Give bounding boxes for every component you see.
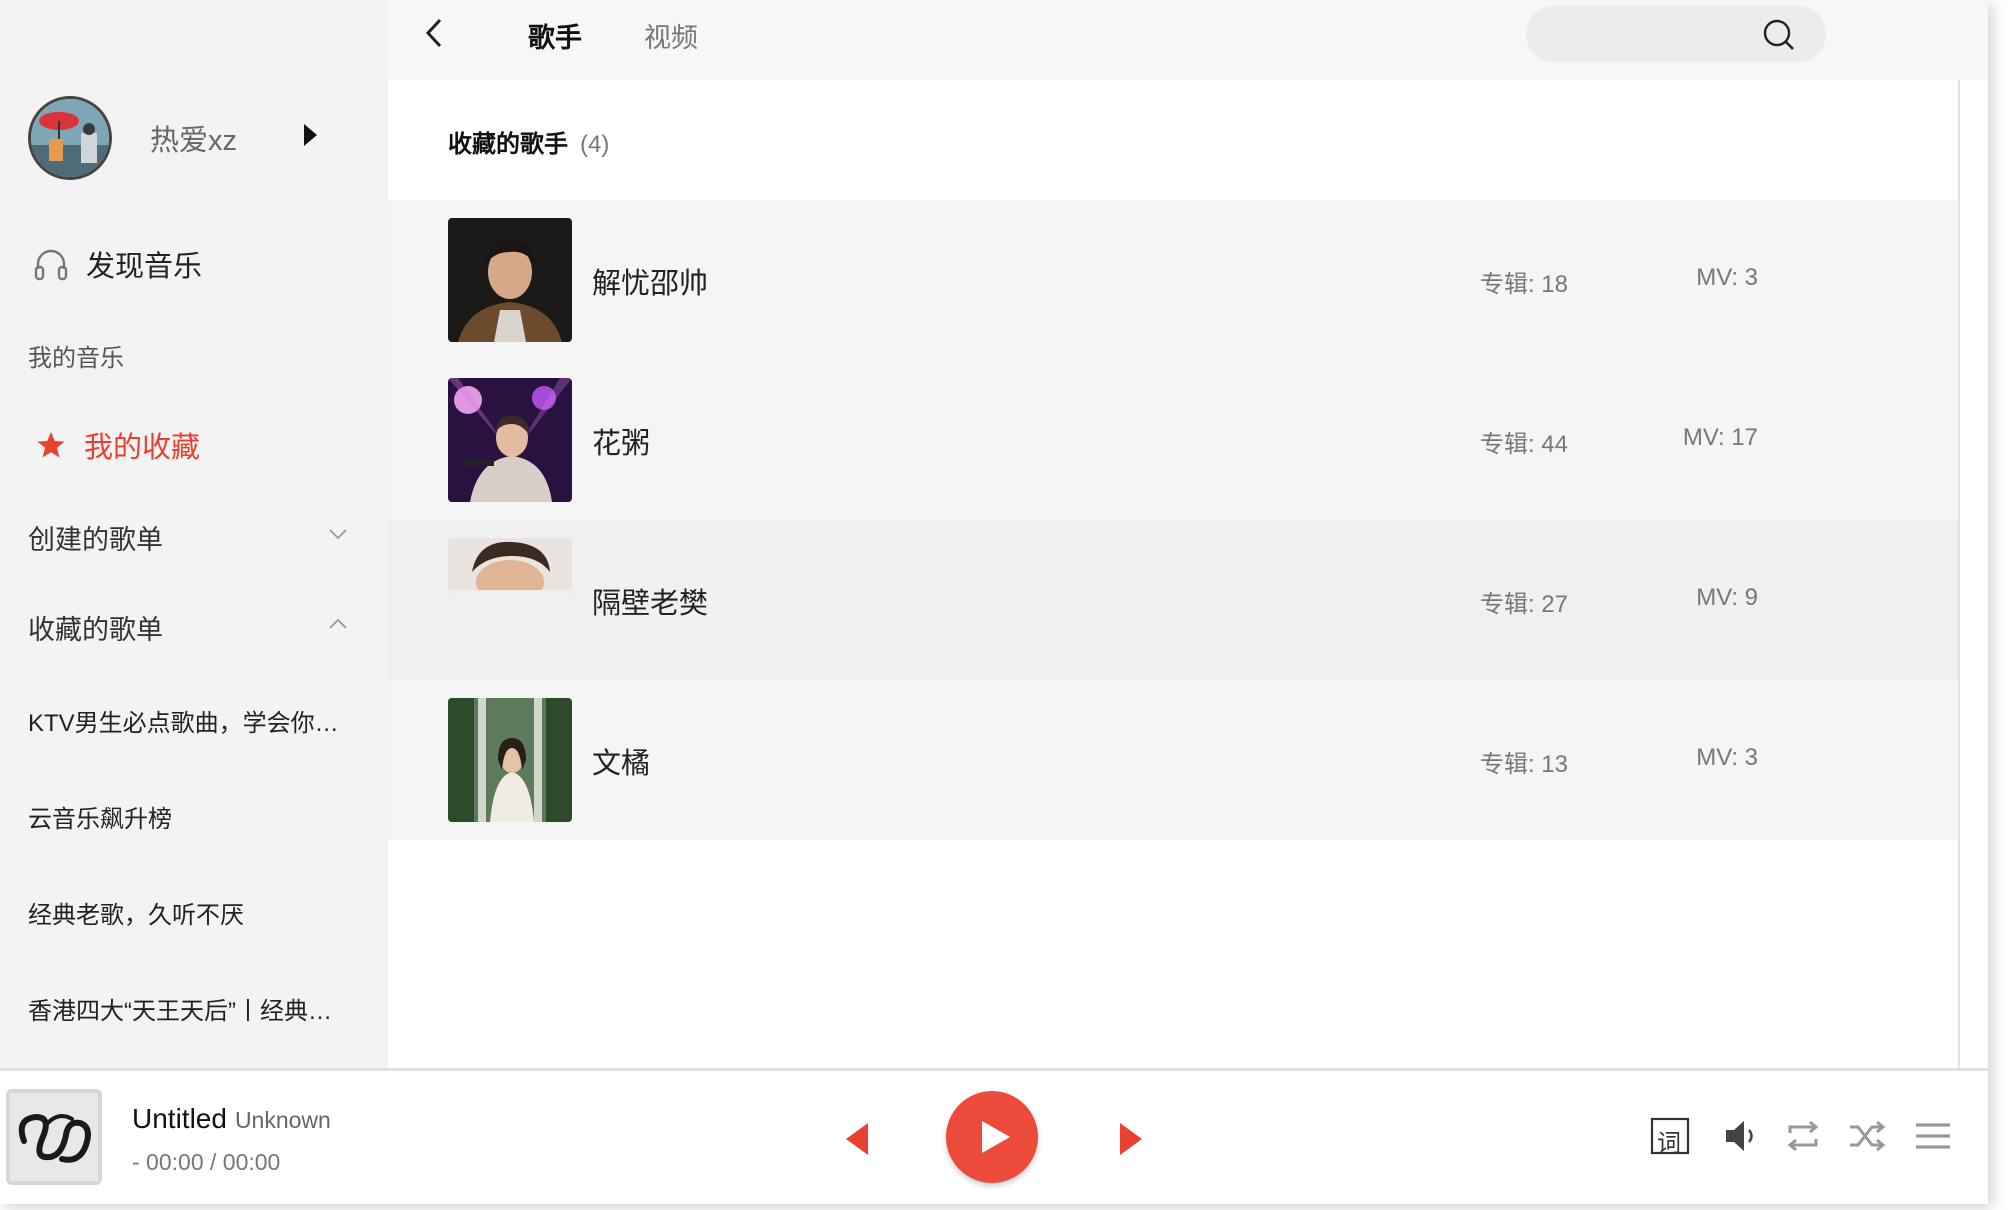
artist-mv-count: MV: 17	[1682, 424, 1758, 451]
sidebar-playlist-item[interactable]: 经典老歌，久听不厌	[28, 895, 348, 930]
search-input[interactable]	[1526, 6, 1826, 62]
artist-name[interactable]: 花粥	[592, 420, 650, 462]
sidebar-item-label: 发现音乐	[86, 251, 203, 283]
artist-photo[interactable]	[448, 538, 572, 598]
username[interactable]: 热爱xz	[150, 117, 237, 159]
list-header: 收藏的歌手 (4)	[448, 124, 609, 159]
artist-row[interactable]: 隔壁老樊 专辑: 27 MV: 9	[388, 520, 1958, 680]
playlist-menu-icon[interactable]	[1912, 1115, 1954, 1157]
play-icon	[982, 1121, 1010, 1153]
playback-time: - 00:00 / 00:00	[132, 1149, 281, 1175]
top-bar: 歌手 视频	[388, 0, 1988, 80]
caret-right-icon[interactable]	[304, 124, 317, 146]
search-icon[interactable]	[1762, 18, 1796, 52]
artist-mv-count: MV: 3	[1696, 264, 1758, 291]
sidebar-group-collected[interactable]: 收藏的歌单	[28, 608, 348, 647]
artist-row[interactable]: 解忧邵帅 专辑: 18 MV: 3	[388, 200, 1958, 360]
main-content: 收藏的歌手 (4) 解忧邵帅 专辑: 18 MV: 3 花粥 专辑: 44 MV…	[388, 80, 1958, 1068]
artist-list: 解忧邵帅 专辑: 18 MV: 3 花粥 专辑: 44 MV: 17 隔壁老樊 …	[388, 200, 1958, 840]
artist-mv-count: MV: 9	[1696, 584, 1758, 611]
chevron-up-icon[interactable]	[328, 614, 348, 634]
volume-icon[interactable]	[1720, 1115, 1762, 1157]
list-title: 收藏的歌手	[448, 131, 568, 158]
back-icon[interactable]	[418, 16, 452, 50]
artist-mv-count: MV: 3	[1696, 744, 1758, 771]
artist-album-count: 专辑: 27	[1479, 591, 1568, 618]
artist-album-count: 专辑: 44	[1479, 431, 1568, 458]
app-window: 热爱xz 发现音乐 我的音乐 我的收藏 创建的歌单 收藏的歌单 KTV男生必点歌…	[0, 0, 1988, 1204]
artist-album-count: 专辑: 18	[1479, 271, 1568, 298]
section-my-music: 我的音乐	[28, 345, 124, 372]
sidebar: 热爱xz 发现音乐 我的音乐 我的收藏 创建的歌单 收藏的歌单 KTV男生必点歌…	[0, 0, 388, 1068]
group-label: 收藏的歌单	[28, 615, 163, 645]
sidebar-item-favorites[interactable]: 我的收藏	[36, 424, 200, 466]
sidebar-item-label: 我的收藏	[84, 432, 201, 464]
sidebar-playlist-item[interactable]: 香港四大“天王天后”丨经典…	[28, 991, 348, 1026]
tab-singers[interactable]: 歌手	[528, 16, 582, 55]
sidebar-playlist-item[interactable]: 云音乐飙升榜	[28, 799, 348, 834]
avatar[interactable]	[28, 96, 112, 180]
artist-photo[interactable]	[448, 698, 572, 822]
artist-photo[interactable]	[448, 218, 572, 342]
play-button[interactable]	[946, 1091, 1038, 1183]
sidebar-item-discover[interactable]: 发现音乐	[32, 243, 202, 285]
scrollbar[interactable]	[1958, 80, 1960, 1068]
lyrics-label: 词	[1657, 1129, 1681, 1157]
tab-videos[interactable]: 视频	[644, 16, 698, 55]
artist-album-count: 专辑: 13	[1479, 751, 1568, 778]
list-count: (4)	[580, 131, 610, 158]
next-track-icon[interactable]	[1116, 1121, 1146, 1157]
group-label: 创建的歌单	[28, 525, 163, 555]
artist-name[interactable]: 文橘	[592, 740, 650, 782]
song-artist: Unknown	[234, 1107, 331, 1133]
artist-row[interactable]: 文橘 专辑: 13 MV: 3	[388, 680, 1958, 840]
user-profile[interactable]: 热爱xz	[28, 96, 317, 180]
lyrics-button[interactable]: 词	[1650, 1115, 1690, 1157]
song-title: Untitled	[132, 1103, 227, 1134]
repeat-icon[interactable]	[1782, 1115, 1824, 1157]
song-info: Untitled Unknown	[132, 1103, 331, 1135]
sidebar-group-created[interactable]: 创建的歌单	[28, 518, 348, 557]
shuffle-icon[interactable]	[1846, 1115, 1888, 1157]
artist-name[interactable]: 隔壁老樊	[592, 580, 708, 622]
artist-name[interactable]: 解忧邵帅	[592, 260, 708, 302]
sidebar-playlist-item[interactable]: KTV男生必点歌曲，学会你…	[28, 703, 348, 738]
album-cover[interactable]	[6, 1089, 102, 1185]
chevron-down-icon[interactable]	[328, 524, 348, 544]
star-icon	[37, 432, 65, 458]
artist-row[interactable]: 花粥 专辑: 44 MV: 17	[388, 360, 1958, 520]
previous-track-icon[interactable]	[842, 1121, 872, 1157]
headphones-icon	[34, 249, 68, 281]
artist-photo[interactable]	[448, 378, 572, 502]
player-bar: Untitled Unknown - 00:00 / 00:00 词	[0, 1068, 1988, 1204]
